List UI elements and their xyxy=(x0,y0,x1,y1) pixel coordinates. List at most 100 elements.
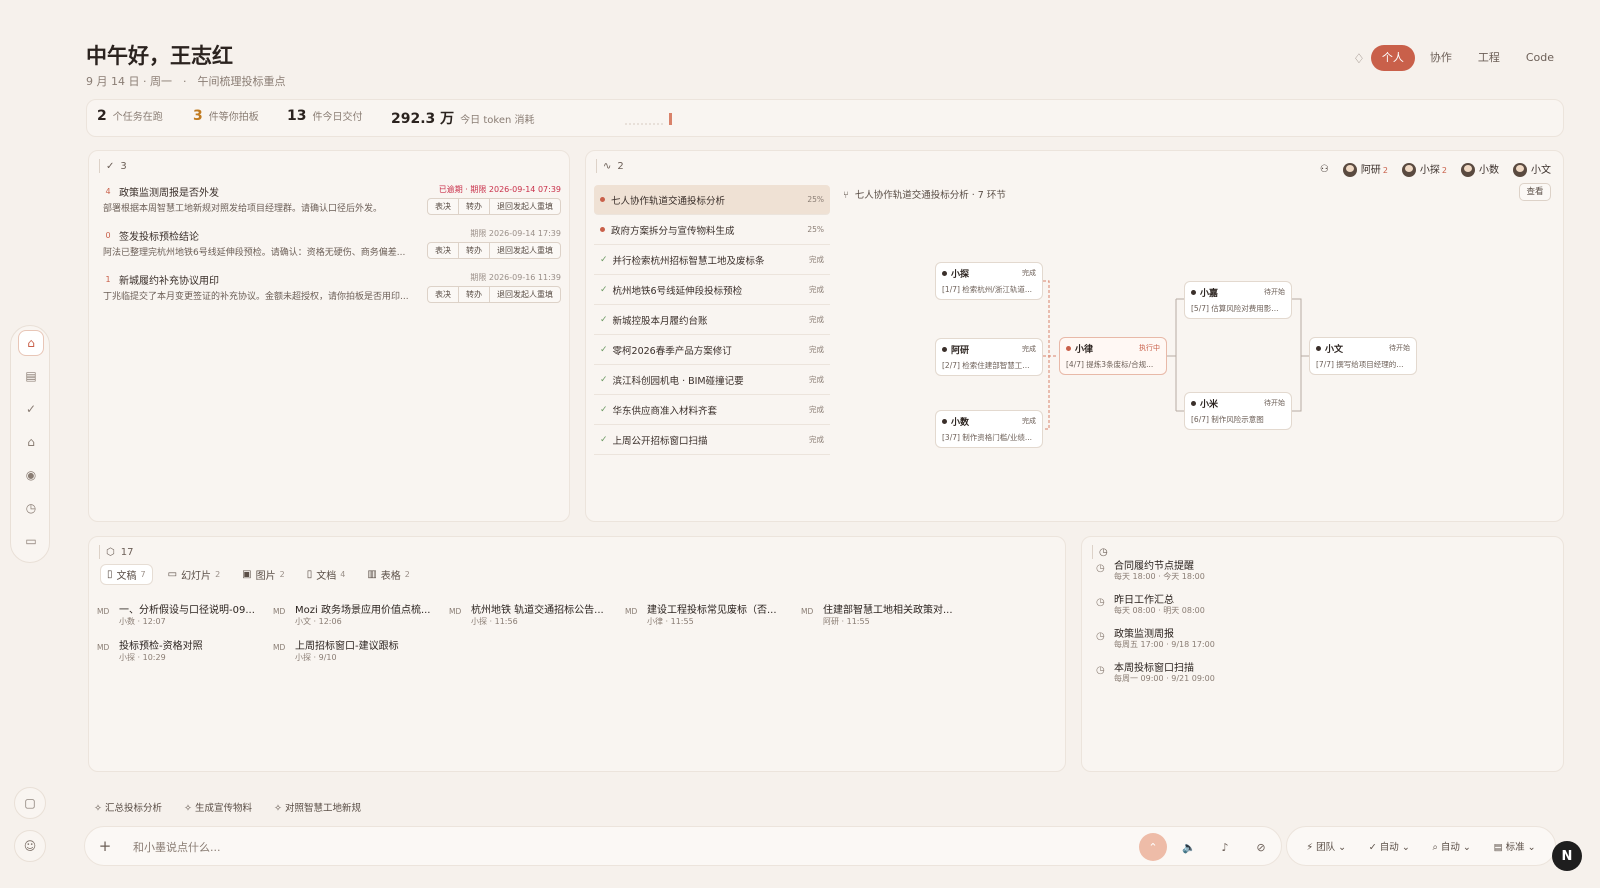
clock-icon: ◷ xyxy=(1096,665,1105,676)
box-icon: ⬡ xyxy=(106,546,115,558)
workflow-card: ∿ 2 ⚇ 阿研 2 小探 2 小数 小文 七人协作轨道交通投标分析 25% 政府方案拆分… xyxy=(585,150,1564,522)
file-name: 投标预检-资格对照 xyxy=(119,641,203,652)
schedule-meta: 每周一 09:00 · 9/21 09:00 xyxy=(1114,674,1215,683)
stats-bar: 2 个任务在跑 3 件等你拍板 13 件今日交付 292.3 万今日 token 消耗 xyxy=(86,99,1564,137)
quick-chip[interactable]: ✧ 汇总投标分析 xyxy=(88,796,168,818)
building-icon[interactable]: ⌂ xyxy=(18,429,44,455)
file-meta: 小律 · 11:55 xyxy=(647,617,694,626)
file-type-badge: MD xyxy=(625,607,638,616)
check-circle-icon[interactable]: ✓ xyxy=(18,396,44,422)
check-circle-icon: ✓ xyxy=(106,160,115,172)
mode-toolbar: ⚡ 团队 ⌄ ✓ 自动 ⌄ ⌕ 自动 ⌄ ▤ 标准 ⌄ xyxy=(1286,826,1556,866)
file-item[interactable]: MD 建设工程投标常见废标（否... 小律 · 11:55 xyxy=(625,601,795,631)
file-meta: 小文 · 12:06 xyxy=(295,617,342,626)
file-name: Mozi 政务场景应用价值点梳... xyxy=(295,605,431,616)
file-item[interactable]: MD 上周招标窗口-建议跟标 小探 · 9/10 xyxy=(273,637,443,667)
file-item[interactable]: MD 杭州地铁 轨道交通招标公告... 小探 · 11:56 xyxy=(449,601,619,631)
workflow-node[interactable]: 小探 完成 [1/7] 检索杭州/浙江轨道... xyxy=(935,262,1043,300)
send-button[interactable]: ⌃ xyxy=(1139,833,1167,861)
tab-docs[interactable]: ▯ 文档 4 xyxy=(307,567,346,582)
schedule-title: 合同履约节点提醒 xyxy=(1114,561,1194,572)
artifacts-card: ⬡ 17 ▯ 文稿 7 ▭ 幻灯片 2 ▣ 图片 2 ▯ 文档 4 ▥ 表格 2 MD 一、分析假设与口… xyxy=(88,536,1066,772)
schedule-title: 本周投标窗口扫描 xyxy=(1114,663,1194,674)
schedule-title: 政策监测周报 xyxy=(1114,629,1174,640)
quick-chip[interactable]: ✧ 对照智慧工地新规 xyxy=(268,796,367,818)
file-item[interactable]: MD 投标预检-资格对照 小探 · 10:29 xyxy=(97,637,267,667)
return-button[interactable]: 退回发起人重填 xyxy=(489,242,561,259)
home-icon[interactable]: ⌂ xyxy=(18,330,44,356)
file-icon: ▯ xyxy=(107,569,113,580)
target-icon[interactable]: ◉ xyxy=(18,462,44,488)
file-item[interactable]: MD 一、分析假设与口径说明-09... 小数 · 12:07 xyxy=(97,601,267,631)
bar-chart-icon: ▥ xyxy=(367,569,377,580)
file-type-badge: MD xyxy=(273,607,286,616)
file-item[interactable]: MD 住建部智慧工地相关政策对... 阿研 · 11:55 xyxy=(801,601,971,631)
standard-select[interactable]: ▤ 标准 ⌄ xyxy=(1494,839,1536,853)
clock-icon: ◷ xyxy=(1096,631,1105,642)
decision-header: ✓ 3 xyxy=(99,159,127,173)
account-badge[interactable]: N xyxy=(1552,841,1582,871)
transfer-button[interactable]: 转办 xyxy=(458,242,490,259)
file-type-badge: MD xyxy=(273,643,286,652)
auto-select[interactable]: ✓ 自动 ⌄ xyxy=(1369,839,1410,853)
file-name: 住建部智慧工地相关政策对... xyxy=(823,605,953,616)
user-icon[interactable]: ☺ xyxy=(14,830,46,862)
tab-personal[interactable]: 个人 xyxy=(1370,45,1415,71)
schedule-meta: 每天 08:00 · 明天 08:00 xyxy=(1114,606,1205,615)
mute-icon[interactable]: ⊘ xyxy=(1247,833,1275,861)
bell-icon[interactable]: ♢ xyxy=(1350,50,1368,68)
workflow-node[interactable]: 小文 待开始 [7/7] 撰写给项目经理的... xyxy=(1309,337,1417,375)
quick-chip[interactable]: ✧ 生成宣传物料 xyxy=(178,796,258,818)
tab-drafts[interactable]: ▯ 文稿 7 xyxy=(100,564,153,585)
file-type-badge: MD xyxy=(449,607,462,616)
artifact-tabs: ▯ 文稿 7 ▭ 幻灯片 2 ▣ 图片 2 ▯ 文档 4 ▥ 表格 2 xyxy=(100,564,410,585)
transfer-button[interactable]: 转办 xyxy=(458,198,490,215)
tab-collab[interactable]: 协作 xyxy=(1419,45,1463,71)
clock-icon: ◷ xyxy=(1096,563,1105,574)
file-meta: 小探 · 11:56 xyxy=(471,617,518,626)
file-meta: 小探 · 10:29 xyxy=(119,653,166,662)
team-select[interactable]: ⚡ 团队 ⌄ xyxy=(1306,839,1346,853)
search-select[interactable]: ⌕ 自动 ⌄ xyxy=(1433,839,1471,853)
doc-icon: ▯ xyxy=(306,569,313,580)
slides-icon: ▭ xyxy=(167,569,178,580)
workflow-node[interactable]: 小米 待开始 [6/7] 制作风险示意图 xyxy=(1184,392,1292,430)
stat-delivered: 13 件今日交付 xyxy=(287,108,363,124)
clock-icon[interactable]: ◷ xyxy=(18,495,44,521)
clipboard-icon[interactable]: ▤ xyxy=(18,363,44,389)
workflow-node[interactable]: 阿研 完成 [2/7] 检索住建部智慧工... xyxy=(935,338,1043,376)
schedules-header: ◷ xyxy=(1092,545,1108,559)
workflow-node-active[interactable]: 小律 执行中 [4/7] 提炼3条废标/合规... xyxy=(1059,337,1167,375)
file-name: 上周招标窗口-建议跟标 xyxy=(295,641,399,652)
vote-button[interactable]: 表决 xyxy=(427,198,459,215)
chat-icon[interactable]: ▢ xyxy=(14,787,46,819)
file-name: 一、分析假设与口径说明-09... xyxy=(119,605,255,616)
file-type-badge: MD xyxy=(97,607,110,616)
plus-icon[interactable]: + xyxy=(95,837,115,857)
transfer-button[interactable]: 转办 xyxy=(458,286,490,303)
mode-switcher: 个人 协作 工程 Code xyxy=(1370,44,1565,72)
clock-icon: ◷ xyxy=(1099,546,1108,558)
tab-images[interactable]: ▣ 图片 2 xyxy=(242,567,285,582)
workflow-node[interactable]: 小嘉 待开始 [5/7] 估算风险对费用影... xyxy=(1184,281,1292,319)
schedule-meta: 每天 18:00 · 今天 18:00 xyxy=(1114,572,1205,581)
file-type-badge: MD xyxy=(801,607,814,616)
vote-button[interactable]: 表决 xyxy=(427,242,459,259)
return-button[interactable]: 退回发起人重填 xyxy=(489,286,561,303)
workflow-node[interactable]: 小数 完成 [3/7] 制作资格门槛/业绩... xyxy=(935,410,1043,448)
tab-slides[interactable]: ▭ 幻灯片 2 xyxy=(168,567,221,582)
tab-sheets[interactable]: ▥ 表格 2 xyxy=(367,567,410,582)
message-input[interactable]: 和小墨说点什么... xyxy=(133,839,221,855)
return-button[interactable]: 退回发起人重填 xyxy=(489,198,561,215)
vote-button[interactable]: 表决 xyxy=(427,286,459,303)
schedule-meta: 每周五 17:00 · 9/18 17:00 xyxy=(1114,640,1215,649)
tab-engineering[interactable]: 工程 xyxy=(1467,45,1511,71)
date-subtitle: 9 月 14 日 · 周一 · 午间梳理投标重点 xyxy=(86,75,286,88)
tab-code[interactable]: Code xyxy=(1515,45,1565,71)
quick-actions: ✧ 汇总投标分析 ✧ 生成宣传物料 ✧ 对照智慧工地新规 xyxy=(88,796,367,818)
speaker-icon[interactable]: 🔈 xyxy=(1175,833,1203,861)
file-meta: 小探 · 9/10 xyxy=(295,653,337,662)
mic-icon[interactable]: ♪ xyxy=(1211,833,1239,861)
file-item[interactable]: MD Mozi 政务场景应用价值点梳... 小文 · 12:06 xyxy=(273,601,443,631)
folder-icon[interactable]: ▭ xyxy=(18,528,44,554)
